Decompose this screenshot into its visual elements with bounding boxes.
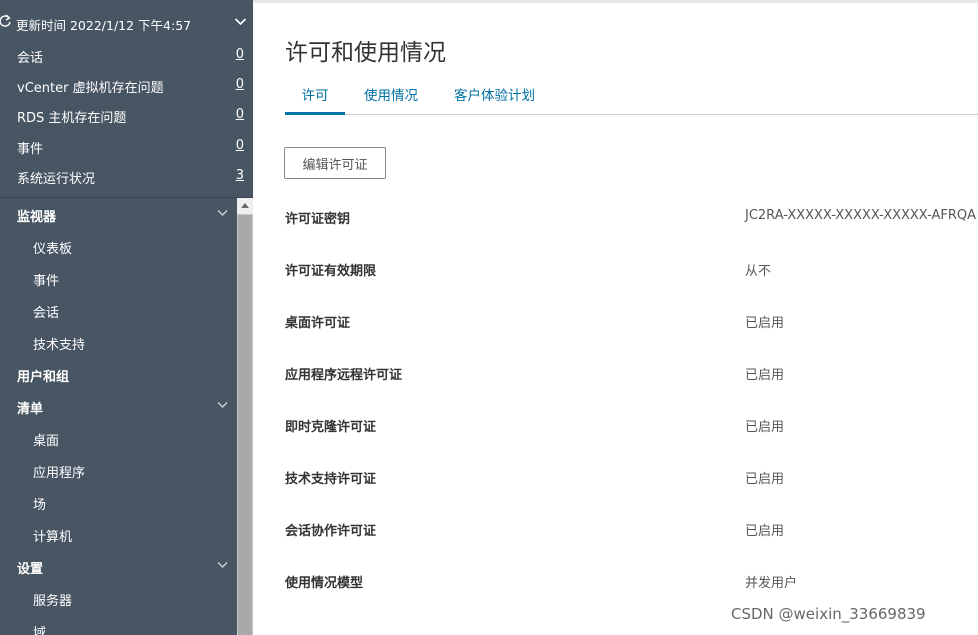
nav-section-monitor[interactable]: 监视器	[0, 198, 237, 230]
status-row-rds-host-issues[interactable]: RDS 主机存在问题 0	[0, 100, 253, 130]
status-count-link[interactable]: 3	[236, 168, 244, 183]
edit-license-button[interactable]: 编辑许可证	[284, 147, 386, 179]
nav-section-users-groups[interactable]: 用户和组	[0, 358, 237, 390]
property-row-instant-clone-license: 即时克隆许可证 已启用	[285, 413, 978, 453]
status-row-label: 事件	[17, 142, 44, 157]
status-row-label: RDS 主机存在问题	[17, 111, 127, 126]
property-value: 已启用	[745, 472, 785, 487]
nav-item-label: 服务器	[33, 594, 73, 609]
nav-item-events[interactable]: 事件	[0, 262, 237, 294]
nav-item-support[interactable]: 技术支持	[0, 326, 237, 358]
status-row-label: 会话	[17, 51, 44, 66]
property-row-license-key: 许可证密钥 JC2RA-XXXXX-XXXXX-XXXXX-AFRQA	[285, 205, 978, 245]
refresh-icon[interactable]	[0, 13, 12, 29]
nav-item-machines[interactable]: 计算机	[0, 518, 237, 550]
nav-item-applications[interactable]: 应用程序	[0, 454, 237, 486]
nav-section-label: 设置	[17, 562, 44, 577]
tab-ceip[interactable]: 客户体验计划	[454, 84, 535, 113]
property-value: 从不	[745, 264, 772, 279]
property-row-app-remoting-license: 应用程序远程许可证 已启用	[285, 361, 978, 401]
nav-item-desktops[interactable]: 桌面	[0, 422, 237, 454]
scroll-up-button[interactable]	[237, 198, 253, 214]
sidebar: 更新时间 2022/1/12 下午4:57 会话 0 vCenter 虚拟机存在…	[0, 0, 253, 635]
nav-section-label: 监视器	[17, 210, 57, 225]
nav-item-sessions[interactable]: 会话	[0, 294, 237, 326]
page-title: 许可和使用情况	[285, 40, 446, 66]
status-row-system-health[interactable]: 系统运行状况 3	[0, 161, 253, 191]
property-key: 即时克隆许可证	[285, 420, 377, 435]
status-row-vcenter-vm-issues[interactable]: vCenter 虚拟机存在问题 0	[0, 70, 253, 100]
nav-item-label: 事件	[33, 274, 60, 289]
property-value: 并发用户	[745, 576, 798, 591]
property-row-support-license: 技术支持许可证 已启用	[285, 465, 978, 505]
property-value: 已启用	[745, 316, 785, 331]
nav-section-label: 用户和组	[17, 370, 70, 385]
scrollbar-thumb[interactable]	[238, 215, 252, 635]
sidebar-scrollbar[interactable]	[237, 198, 253, 635]
chevron-down-icon[interactable]	[217, 401, 228, 409]
nav-item-farms[interactable]: 场	[0, 486, 237, 518]
watermark: CSDN @weixin_33669839	[731, 605, 926, 623]
status-row-events[interactable]: 事件 0	[0, 131, 253, 161]
nav-item-servers[interactable]: 服务器	[0, 582, 237, 614]
status-count-link[interactable]: 0	[236, 138, 244, 153]
nav-item-label: 会话	[33, 306, 60, 321]
nav-item-label: 仪表板	[33, 242, 73, 257]
property-key: 使用情况模型	[285, 576, 364, 591]
property-key: 应用程序远程许可证	[285, 368, 403, 383]
status-row-label: 系统运行状况	[17, 172, 96, 187]
nav-item-label: 应用程序	[33, 466, 86, 481]
nav-item-label: 场	[33, 498, 47, 513]
nav-section-inventory[interactable]: 清单	[0, 390, 237, 422]
property-row-usage-model: 使用情况模型 并发用户	[285, 569, 978, 609]
property-row-desktop-license: 桌面许可证 已启用	[285, 309, 978, 349]
status-refresh-header[interactable]: 更新时间 2022/1/12 下午4:57	[0, 9, 253, 37]
tab-bar: 许可 使用情况 客户体验计划	[285, 82, 978, 115]
nav-item-domains[interactable]: 域	[0, 614, 237, 635]
property-value: 已启用	[745, 368, 785, 383]
status-row-label: vCenter 虚拟机存在问题	[17, 81, 164, 96]
nav-item-label: 计算机	[33, 530, 73, 545]
status-count-link[interactable]: 0	[236, 47, 244, 62]
status-count-link[interactable]: 0	[236, 77, 244, 92]
tab-license[interactable]: 许可	[285, 84, 345, 115]
main-content: 许可和使用情况 许可 使用情况 客户体验计划 编辑许可证 许可证密钥 JC2RA…	[253, 3, 978, 635]
caret-up-icon	[241, 203, 249, 208]
property-key: 许可证有效期限	[285, 264, 377, 279]
property-key: 技术支持许可证	[285, 472, 377, 487]
status-row-sessions[interactable]: 会话 0	[0, 40, 253, 70]
nav-item-label: 技术支持	[33, 338, 86, 353]
nav-tree: 监视器 仪表板 事件 会话 技术支持 用户和组 清单 桌面 应用程序 场 计算机…	[0, 198, 253, 635]
property-value: 已启用	[745, 524, 785, 539]
nav-section-label: 清单	[17, 402, 44, 417]
property-key: 许可证密钥	[285, 212, 351, 227]
property-key: 会话协作许可证	[285, 524, 377, 539]
chevron-down-icon[interactable]	[217, 209, 228, 217]
property-value: JC2RA-XXXXX-XXXXX-XXXXX-AFRQA	[745, 208, 977, 223]
status-count-link[interactable]: 0	[236, 107, 244, 122]
nav-item-label: 桌面	[33, 434, 60, 449]
nav-item-label: 域	[33, 626, 47, 635]
property-key: 桌面许可证	[285, 316, 351, 331]
chevron-down-icon[interactable]	[217, 561, 228, 569]
property-row-session-collab-license: 会话协作许可证 已启用	[285, 517, 978, 557]
property-value: 已启用	[745, 420, 785, 435]
nav-section-settings[interactable]: 设置	[0, 550, 237, 582]
chevron-down-icon[interactable]	[234, 15, 247, 28]
tab-usage[interactable]: 使用情况	[364, 84, 418, 113]
property-row-license-expiration: 许可证有效期限 从不	[285, 257, 978, 297]
update-time-label: 更新时间 2022/1/12 下午4:57	[16, 18, 192, 33]
nav-item-dashboard[interactable]: 仪表板	[0, 230, 237, 262]
